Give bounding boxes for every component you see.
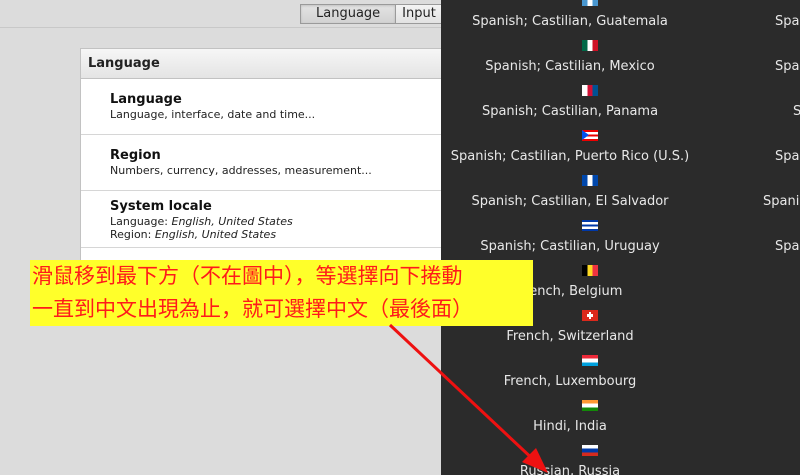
list-item-col2[interactable]: Spa (775, 14, 799, 29)
language-selection-list[interactable]: Spa Spar S Spa Spani Spar Spanish; Casti… (441, 0, 800, 475)
list-item[interactable]: Spanish; Castilian, Panama (441, 85, 701, 135)
list-item-col2[interactable]: Spar (775, 59, 800, 74)
list-item-label: Spanish; Castilian, Guatemala (472, 14, 668, 29)
list-item[interactable]: Hindi, India (441, 400, 701, 450)
system-locale-row[interactable]: System locale Language: English, United … (81, 191, 461, 248)
list-item-label: French, Switzerland (506, 329, 634, 344)
list-item[interactable]: Spanish; Castilian, El Salvador (441, 175, 701, 225)
list-item-col2[interactable]: Spar (775, 239, 800, 254)
panama-flag-icon (582, 85, 598, 96)
list-item-label: Hindi, India (533, 419, 607, 434)
switzerland-flag-icon (582, 310, 598, 321)
list-item-label: Spanish; Castilian, Uruguay (480, 239, 660, 254)
list-item[interactable]: Spanish; Castilian, Mexico (441, 40, 701, 90)
row-description: Numbers, currency, addresses, measuremen… (110, 164, 372, 177)
locale-region-line: Region: English, United States (110, 228, 276, 241)
list-item-label: Spanish; Castilian, Puerto Rico (U.S.) (450, 149, 690, 164)
annotation-line-2: 一直到中文出現為止，就可選擇中文（最後面） (32, 297, 473, 321)
language-row[interactable]: Language Language, interface, date and t… (81, 79, 461, 135)
list-item-col2[interactable]: Spa (775, 149, 799, 164)
panel-title: Language (81, 49, 461, 79)
tab-language[interactable]: Language (300, 4, 397, 24)
row-title: Region (110, 148, 161, 163)
list-item-label: Russian, Russia (519, 464, 621, 475)
list-item[interactable]: French, Luxembourg (441, 355, 701, 405)
el-salvador-flag-icon (582, 175, 598, 186)
row-title: System locale (110, 199, 212, 214)
list-item[interactable]: Russian, Russia (441, 445, 701, 475)
region-row[interactable]: Region Numbers, currency, addresses, mea… (81, 135, 461, 191)
luxembourg-flag-icon (582, 355, 598, 366)
russia-flag-icon (582, 445, 598, 456)
india-flag-icon (582, 400, 598, 411)
locale-language-line: Language: English, United States (110, 215, 293, 228)
list-item-label: Spanish; Castilian, Mexico (485, 59, 655, 74)
locale-language-value: English, United States (171, 215, 293, 228)
puerto-rico-flag-icon (582, 130, 598, 141)
guatemala-flag-icon (582, 0, 598, 6)
list-item-label: Spanish; Castilian, El Salvador (471, 194, 669, 209)
list-item[interactable]: Spanish; Castilian, Puerto Rico (U.S.) (441, 130, 701, 180)
uruguay-flag-icon (582, 220, 598, 231)
list-item-col2[interactable]: Spani (763, 194, 799, 209)
annotation-line-1: 滑鼠移到最下方（不在圖中），等選擇向下捲動 (32, 264, 463, 288)
list-item-col2[interactable]: S (793, 104, 800, 119)
locale-region-label: Region: (110, 228, 155, 241)
belgium-flag-icon (582, 265, 598, 276)
list-item-label: Spanish; Castilian, Panama (481, 104, 659, 119)
tab-input[interactable]: Input (396, 4, 443, 24)
row-description: Language, interface, date and time... (110, 108, 316, 121)
list-item[interactable]: Spanish; Castilian, Guatemala (441, 0, 701, 45)
locale-language-label: Language: (110, 215, 172, 228)
annotation-note: 滑鼠移到最下方（不在圖中），等選擇向下捲動 一直到中文出現為止，就可選擇中文（最… (30, 260, 533, 326)
row-title: Language (110, 92, 182, 107)
language-panel: Language Language Language, interface, d… (80, 48, 462, 280)
tab-bar: Language Input (300, 4, 443, 24)
mexico-flag-icon (582, 40, 598, 51)
locale-region-value: English, United States (154, 228, 277, 241)
list-item-label: French, Luxembourg (503, 374, 637, 389)
